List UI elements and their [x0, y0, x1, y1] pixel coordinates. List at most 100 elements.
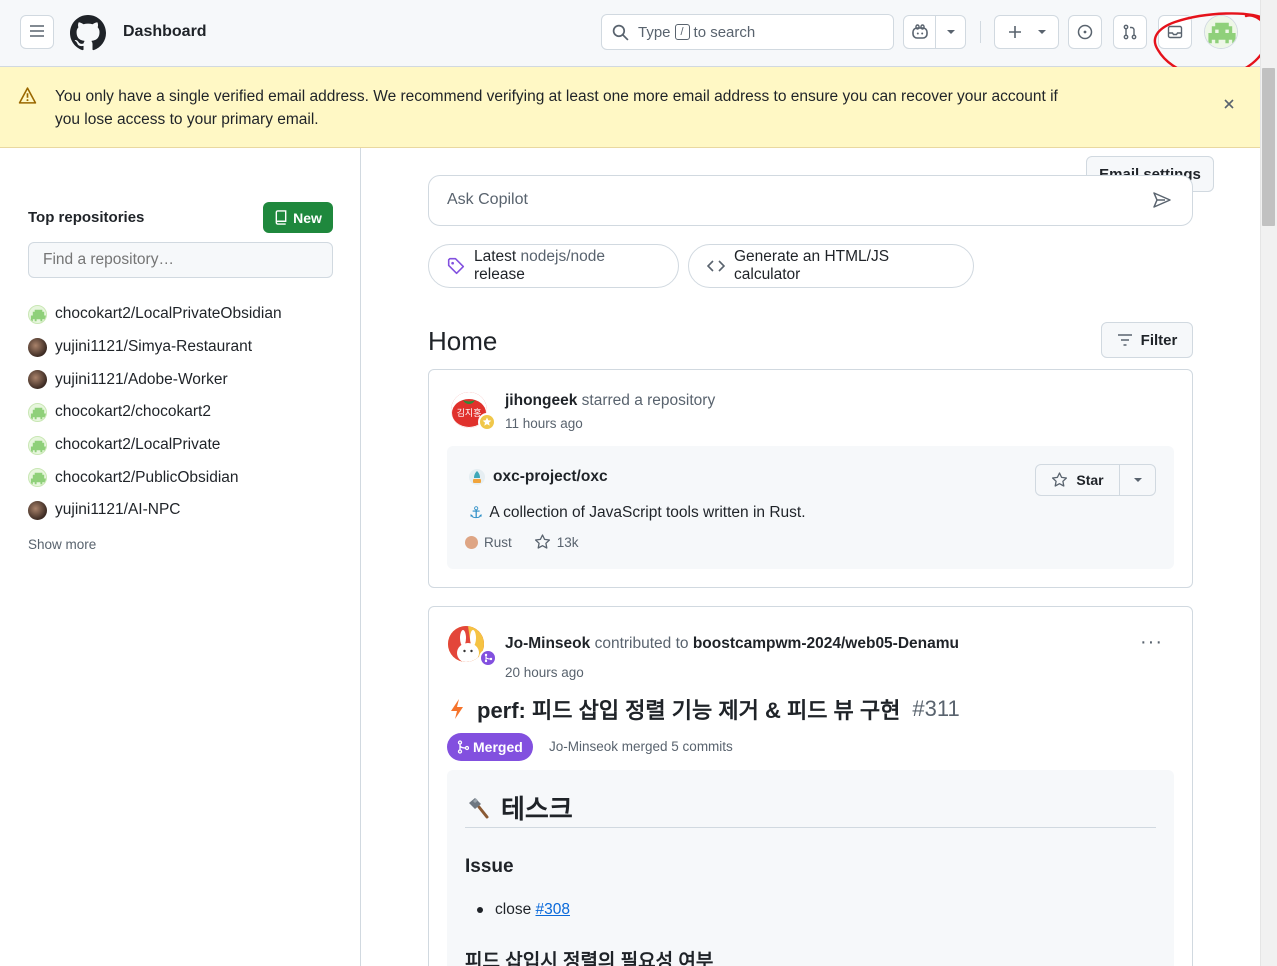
- menu-button[interactable]: [20, 15, 54, 49]
- svg-text:김지홍: 김지홍: [457, 407, 482, 419]
- activity-line: jihongeek starred a repository: [505, 392, 716, 409]
- code-icon: [707, 259, 725, 273]
- starred-repo-name[interactable]: oxc-project/oxc: [469, 468, 608, 486]
- actor-link[interactable]: jihongeek: [505, 392, 577, 409]
- suggestion-chip-release[interactable]: Latest nodejs/node release: [428, 244, 679, 288]
- star-icon: [1051, 472, 1068, 488]
- pull-request-body: 테스크 Issue close #308 피드 삽입시 정렬의 필요성 여부: [447, 770, 1174, 966]
- starred-repo-card: oxc-project/oxc ⚓ A collection of JavaSc…: [447, 446, 1174, 569]
- chevron-down-icon[interactable]: [936, 27, 965, 37]
- new-repository-button[interactable]: New: [263, 202, 333, 233]
- activity-time[interactable]: 11 hours ago: [505, 416, 583, 431]
- user-avatar[interactable]: [1204, 15, 1238, 49]
- repo-link[interactable]: chocokart2/PublicObsidian: [55, 469, 239, 487]
- owner-avatar: [28, 435, 47, 455]
- find-repository-input[interactable]: [28, 242, 333, 278]
- star-icon: [534, 534, 551, 550]
- issue-link[interactable]: #308: [536, 901, 570, 918]
- copilot-button[interactable]: [903, 15, 966, 49]
- dashboard-sidebar: Top repositories New chocokart2/LocalPri…: [0, 148, 361, 966]
- repo-link[interactable]: yujini1121/Adobe-Worker: [55, 371, 228, 389]
- suggestion-chip-calculator[interactable]: Generate an HTML/JS calculator: [688, 244, 974, 288]
- feed-item-contribution: Jo-Minseok contributed to boostcampwm-20…: [428, 606, 1193, 966]
- scrollbar-thumb[interactable]: [1262, 68, 1275, 226]
- kebab-horizontal-icon[interactable]: ···: [1140, 631, 1163, 654]
- search-prefix: Type: [638, 23, 671, 41]
- hammer-icon: [465, 795, 491, 821]
- actor-link[interactable]: Jo-Minseok: [505, 635, 590, 652]
- repo-item[interactable]: yujini1121/Adobe-Worker: [28, 363, 282, 396]
- github-logo-icon[interactable]: [70, 15, 106, 51]
- search-input[interactable]: Type / to search: [601, 14, 894, 50]
- owner-avatar: [28, 370, 47, 390]
- issue-opened-icon: [1077, 24, 1093, 40]
- repo-link[interactable]: yujini1121/AI-NPC: [55, 501, 181, 519]
- star-badge-icon: [478, 413, 496, 431]
- repo-item[interactable]: yujini1121/Simya-Restaurant: [28, 331, 282, 364]
- starred-repo-description: ⚓ A collection of JavaScript tools writt…: [469, 504, 806, 522]
- header-divider: [980, 21, 981, 43]
- search-suffix: to search: [693, 23, 756, 41]
- page-title[interactable]: Dashboard: [123, 23, 207, 41]
- language-color-dot: [465, 535, 478, 549]
- repo-link[interactable]: chocokart2/LocalPrivateObsidian: [55, 305, 282, 323]
- ask-copilot-input[interactable]: Ask Copilot: [428, 175, 1193, 226]
- close-icon[interactable]: [1222, 97, 1236, 114]
- chip-text: Latest nodejs/node release: [474, 248, 606, 283]
- repo-item[interactable]: chocokart2/LocalPrivate: [28, 429, 282, 462]
- chevron-down-icon: [1133, 475, 1143, 485]
- plus-icon: [1007, 24, 1023, 40]
- feed-item-starred: 김지홍 jihongeek starred a repository 11 ho…: [428, 369, 1193, 588]
- filter-label: Filter: [1140, 331, 1178, 349]
- filter-button[interactable]: Filter: [1101, 322, 1193, 358]
- star-list-dropdown[interactable]: [1120, 465, 1155, 495]
- bullet: [477, 907, 483, 913]
- anchor-icon: ⚓: [469, 505, 484, 522]
- global-header: Dashboard Type / to search: [0, 0, 1260, 67]
- repo-item[interactable]: chocokart2/PublicObsidian: [28, 461, 282, 494]
- search-icon: [612, 24, 629, 41]
- merged-status-badge: Merged: [447, 733, 533, 761]
- chip-text: Generate an HTML/JS calculator: [734, 248, 890, 283]
- new-label: New: [293, 209, 322, 226]
- show-more-link[interactable]: Show more: [28, 537, 96, 552]
- repo-link[interactable]: chocokart2/chocokart2: [55, 403, 211, 421]
- owner-avatar: [28, 500, 47, 520]
- filter-icon: [1117, 333, 1133, 347]
- owner-avatar: [28, 304, 47, 324]
- activity-time[interactable]: 20 hours ago: [505, 665, 584, 680]
- alert-icon: [18, 87, 37, 107]
- owner-avatar: [28, 402, 47, 422]
- body-subheading: Issue: [465, 856, 514, 877]
- star-label: Star: [1076, 472, 1104, 488]
- copilot-icon: [904, 16, 936, 48]
- git-pull-request-icon: [1122, 24, 1138, 40]
- home-heading: Home: [428, 326, 498, 356]
- pull-requests-button[interactable]: [1113, 15, 1147, 49]
- repo-item[interactable]: chocokart2/LocalPrivateObsidian: [28, 298, 282, 331]
- issues-button[interactable]: [1068, 15, 1102, 49]
- repo-link[interactable]: yujini1121/Simya-Restaurant: [55, 338, 252, 356]
- copilot-placeholder: Ask Copilot: [447, 191, 528, 208]
- owner-avatar: [28, 337, 47, 357]
- email-warning-banner: You only have a single verified email ad…: [0, 67, 1260, 192]
- repository-list: chocokart2/LocalPrivateObsidian yujini11…: [28, 298, 282, 527]
- pull-request-title[interactable]: perf: 피드 삽입 정렬 기능 제거 & 피드 뷰 구현 #311: [449, 693, 960, 725]
- repo-item[interactable]: yujini1121/AI-NPC: [28, 494, 282, 527]
- pull-request-number: #311: [912, 696, 960, 721]
- star-count[interactable]: 13k: [557, 535, 579, 550]
- language-label: Rust: [484, 534, 512, 550]
- repo-link[interactable]: boostcampwm-2024/web05-Denamu: [693, 635, 959, 652]
- body-next-heading: 피드 삽입시 정렬의 필요성 여부: [465, 951, 714, 966]
- org-avatar: [469, 469, 485, 485]
- repo-item[interactable]: chocokart2/chocokart2: [28, 396, 282, 429]
- send-icon[interactable]: [1152, 191, 1172, 212]
- search-shortcut-key: /: [674, 24, 690, 40]
- repo-link[interactable]: chocokart2/LocalPrivate: [55, 436, 220, 454]
- inbox-button[interactable]: [1158, 15, 1192, 49]
- lightning-icon: [449, 698, 465, 720]
- body-list-item: close #308: [477, 901, 570, 919]
- git-merge-badge-icon: [479, 649, 497, 667]
- create-new-button[interactable]: [994, 15, 1059, 49]
- star-button[interactable]: Star: [1036, 465, 1120, 495]
